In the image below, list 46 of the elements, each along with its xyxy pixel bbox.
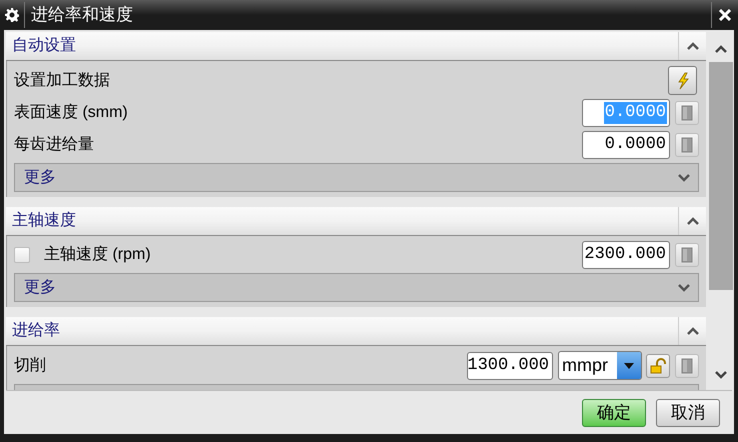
field-label: 每齿进给量 — [14, 134, 95, 155]
more-label: 更多 — [23, 168, 57, 188]
lightning-button[interactable] — [668, 66, 697, 95]
expand-icon[interactable] — [677, 172, 691, 182]
document-icon[interactable] — [681, 105, 693, 121]
scroll-down-icon[interactable] — [714, 370, 728, 380]
section-header[interactable]: 自动设置 — [6, 32, 706, 61]
section-title: 进给率 — [11, 320, 61, 341]
number-field[interactable]: 2300.000 — [582, 241, 670, 269]
lightning-icon[interactable] — [676, 72, 690, 90]
unit-dropdown[interactable]: mmpr — [558, 351, 642, 380]
more-bar[interactable]: 更多 — [14, 273, 699, 302]
document-button[interactable] — [675, 354, 699, 378]
document-button[interactable] — [675, 101, 699, 125]
field-label: 切削 — [14, 356, 47, 376]
cancel-button[interactable]: 取消 — [656, 399, 720, 427]
section-title: 主轴速度 — [11, 210, 77, 231]
section-header[interactable]: 主轴速度 — [6, 207, 706, 236]
number-field[interactable]: 0.0000 — [582, 131, 670, 159]
checkbox[interactable] — [14, 247, 30, 263]
gear-icon — [5, 8, 19, 22]
window-title: 进给率和速度 — [31, 4, 134, 26]
field-label: 表面速度 (smm) — [14, 102, 129, 123]
collapse-icon[interactable] — [686, 326, 700, 336]
ok-button[interactable]: 确定 — [582, 399, 646, 427]
close-icon[interactable] — [719, 9, 731, 21]
section-title: 自动设置 — [11, 36, 77, 56]
scroll-thumb[interactable] — [709, 62, 733, 290]
dropdown-arrow-icon[interactable] — [624, 362, 634, 368]
document-icon[interactable] — [681, 358, 693, 374]
more-bar[interactable]: 更多 — [14, 163, 699, 192]
collapse-icon[interactable] — [686, 41, 700, 51]
field-label: 主轴速度 (rpm) — [44, 244, 152, 265]
section-header[interactable]: 进给率 — [6, 317, 706, 346]
padlock-icon[interactable] — [650, 358, 666, 374]
unlocked-lock-button[interactable] — [646, 354, 670, 378]
document-button[interactable] — [675, 243, 699, 267]
document-button[interactable] — [675, 133, 699, 157]
document-icon[interactable] — [681, 247, 693, 263]
field-label: 设置加工数据 — [14, 70, 111, 90]
scroll-up-icon[interactable] — [714, 44, 728, 54]
collapse-icon[interactable] — [686, 216, 700, 226]
number-field[interactable]: 1300.000 — [467, 352, 553, 380]
document-icon[interactable] — [681, 137, 693, 153]
expand-icon[interactable] — [677, 282, 691, 292]
more-label: 更多 — [23, 278, 57, 298]
